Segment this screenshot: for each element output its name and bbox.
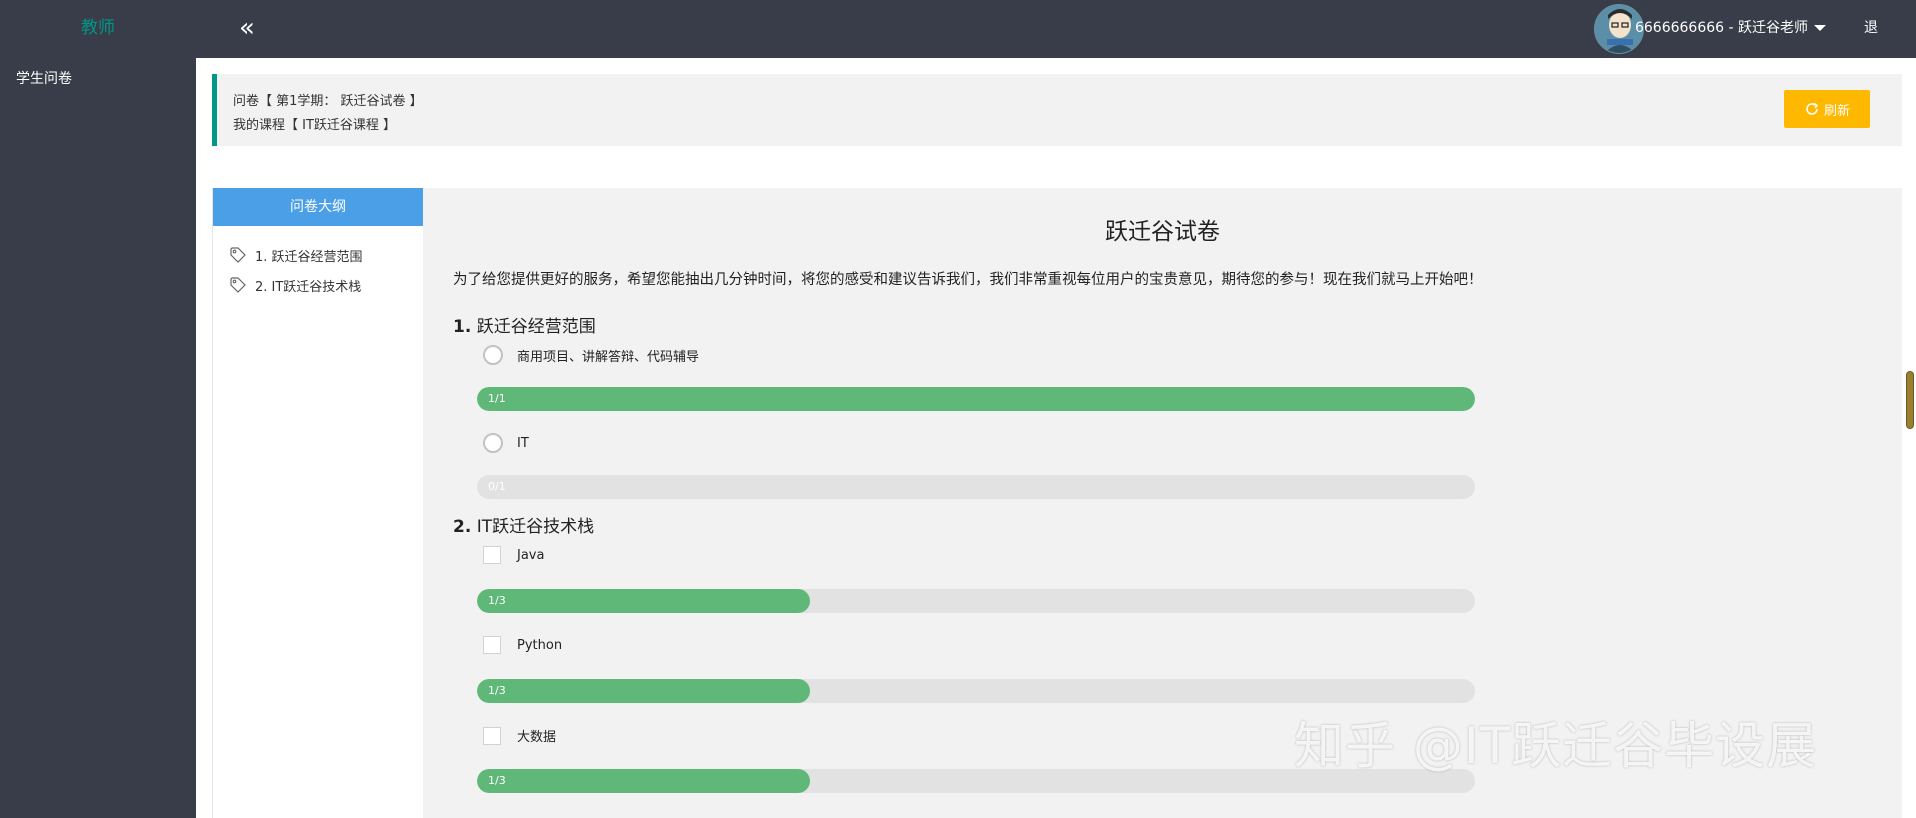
course-info-line: 我的课程【 IT跃迁谷课程 】 — [233, 118, 397, 133]
option-label: Java — [517, 547, 545, 563]
progress-count: 1/3 — [488, 594, 506, 607]
option-checkbox[interactable] — [483, 726, 501, 745]
tag-icon — [230, 247, 246, 263]
sidebar-item-student-survey[interactable]: 学生问卷 — [0, 58, 196, 102]
question-number: 1. — [453, 317, 472, 337]
survey-info-line: 问卷【 第1学期： 跃迁谷试卷 】 — [233, 94, 423, 109]
progress-fill — [477, 679, 810, 703]
option-label: Python — [517, 637, 563, 653]
option-progress-bar: 0/1 — [477, 475, 1475, 499]
option-progress-bar: 1/1 — [477, 387, 1475, 411]
survey-outline: 问卷大纲 1. 跃迁谷经营范围 2. IT跃迁谷技术栈 — [212, 188, 423, 818]
refresh-label: 刷新 — [1823, 102, 1850, 118]
question-title: 1. 跃迁谷经营范围 — [453, 312, 596, 337]
question-title: 2. IT跃迁谷技术栈 — [453, 512, 594, 537]
outline-item-label: 1. 跃迁谷经营范围 — [255, 249, 363, 265]
outline-title: 问卷大纲 — [213, 188, 423, 226]
option-row: 大数据 — [483, 726, 556, 745]
outline-list: 1. 跃迁谷经营范围 2. IT跃迁谷技术栈 — [213, 226, 423, 300]
option-label: IT — [517, 435, 529, 451]
survey-info-bar: 问卷【 第1学期： 跃迁谷试卷 】 我的课程【 IT跃迁谷课程 】 刷新 — [212, 74, 1902, 146]
user-name-label: 6666666666 - 跃迁谷老师 — [1634, 20, 1808, 36]
progress-fill — [477, 589, 810, 613]
question-text: IT跃迁谷技术栈 — [476, 517, 595, 537]
progress-fill — [477, 769, 810, 793]
progress-count: 1/3 — [488, 684, 506, 697]
option-row: 商用项目、讲解答辩、代码辅导 — [483, 345, 699, 365]
option-row: Python — [483, 636, 562, 654]
brand-title[interactable]: 教师 — [0, 0, 196, 58]
survey-description: 为了给您提供更好的服务，希望您能抽出几分钟时间，将您的感受和建议告诉我们，我们非… — [453, 272, 1483, 288]
option-radio[interactable] — [483, 433, 503, 453]
tag-icon — [230, 277, 246, 293]
sidebar: 学生问卷 — [0, 58, 196, 818]
progress-fill — [477, 387, 1475, 411]
outline-item[interactable]: 2. IT跃迁谷技术栈 — [213, 270, 423, 300]
option-row: Java — [483, 546, 544, 564]
refresh-icon — [1806, 102, 1819, 115]
progress-count: 1/1 — [488, 392, 506, 405]
outline-item-label: 2. IT跃迁谷技术栈 — [255, 279, 362, 295]
option-progress-bar: 1/3 — [477, 679, 1475, 703]
option-checkbox[interactable] — [483, 636, 501, 654]
option-radio[interactable] — [483, 345, 503, 365]
question-number: 2. — [453, 517, 472, 537]
user-menu[interactable]: 6666666666 - 跃迁谷老师 — [1635, 0, 1826, 56]
collapse-sidebar-icon[interactable]: « — [232, 14, 262, 44]
option-checkbox[interactable] — [483, 546, 501, 564]
survey-title: 跃迁谷试卷 — [1105, 219, 1220, 245]
question-text: 跃迁谷经营范围 — [476, 317, 596, 337]
option-row: IT — [483, 433, 529, 453]
page-scrollbar-thumb[interactable] — [1906, 371, 1914, 429]
option-label: 商用项目、讲解答辩、代码辅导 — [517, 349, 700, 365]
outline-item[interactable]: 1. 跃迁谷经营范围 — [213, 240, 423, 270]
progress-count: 1/3 — [488, 774, 506, 787]
refresh-button[interactable]: 刷新 — [1784, 90, 1870, 128]
top-header: 教师 « 6666666666 - 跃迁谷老师 退出 — [0, 0, 1916, 92]
watermark: 知乎 @IT跃迁谷毕设展 — [1294, 717, 1818, 775]
progress-count: 0/1 — [488, 480, 506, 493]
caret-down-icon — [1814, 25, 1826, 31]
option-progress-bar: 1/3 — [477, 589, 1475, 613]
option-label: 大数据 — [517, 730, 557, 745]
